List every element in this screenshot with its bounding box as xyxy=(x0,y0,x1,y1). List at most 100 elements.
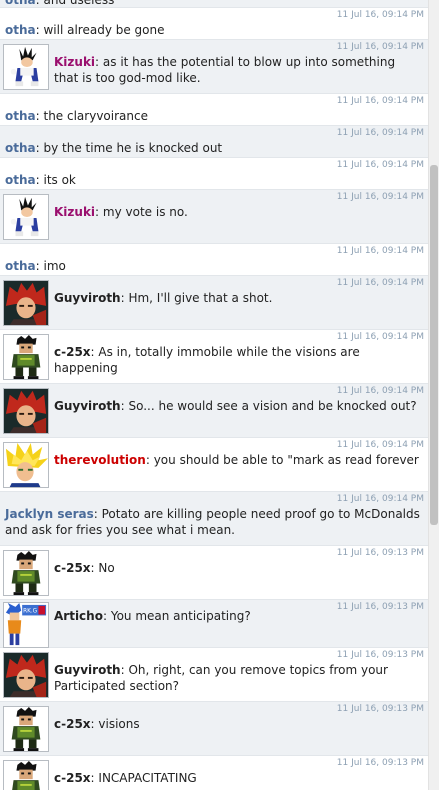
message-body: Jacklyn seras: Potato are killing people… xyxy=(5,506,420,538)
message-text: my vote is no. xyxy=(102,205,188,219)
name-separator: : xyxy=(95,205,103,219)
message-text: Hm, I'll give that a shot. xyxy=(128,291,273,305)
chat-message: 11 Jul 16, 09:14 PM otha: the claryvoiran… xyxy=(0,94,428,126)
message-timestamp: 11 Jul 16, 09:14 PM xyxy=(336,128,424,138)
scrollbar-thumb[interactable] xyxy=(430,165,438,525)
message-body: Kizuki: as it has the potential to blow … xyxy=(54,54,420,86)
chat-message: 11 Jul 16, 09:14 PM Guyviroth: Hm, I'll … xyxy=(0,276,428,330)
message-timestamp: 11 Jul 16, 09:14 PM xyxy=(336,96,424,106)
username-link[interactable]: otha xyxy=(5,259,36,273)
username-link[interactable]: otha xyxy=(5,109,36,123)
chat-message: 11 Jul 16, 09:13 PM c-25x: visions xyxy=(0,702,428,756)
chat-message: otha: and useless xyxy=(0,0,428,8)
message-text: imo xyxy=(43,259,66,273)
username-link[interactable]: Kizuki xyxy=(54,55,95,69)
name-separator: : xyxy=(95,55,103,69)
username-link[interactable]: c-25x xyxy=(54,345,91,359)
message-timestamp: 11 Jul 16, 09:14 PM xyxy=(336,332,424,342)
message-body: c-25x: visions xyxy=(54,716,420,732)
username-link[interactable]: otha xyxy=(5,141,36,155)
message-body: otha: its ok xyxy=(5,172,420,188)
name-separator: : xyxy=(145,453,154,467)
username-link[interactable]: otha xyxy=(5,173,36,187)
message-body: Kizuki: my vote is no. xyxy=(54,204,420,220)
message-timestamp: 11 Jul 16, 09:14 PM xyxy=(336,278,424,288)
chat-message: 11 Jul 16, 09:13 PM RK.G Articho: You me… xyxy=(0,600,428,648)
red-hair-avatar[interactable] xyxy=(3,280,49,326)
message-timestamp: 11 Jul 16, 09:13 PM xyxy=(336,650,424,660)
super-saiyan-avatar[interactable] xyxy=(3,442,49,488)
soldier-avatar[interactable] xyxy=(3,760,49,790)
message-timestamp: 11 Jul 16, 09:14 PM xyxy=(336,386,424,396)
username-link[interactable]: c-25x xyxy=(54,561,91,575)
chat-message: 11 Jul 16, 09:14 PM otha: will already be… xyxy=(0,8,428,40)
message-timestamp: 11 Jul 16, 09:14 PM xyxy=(336,192,424,202)
message-body: c-25x: INCAPACITATING xyxy=(54,770,420,786)
username-link[interactable]: Jacklyn seras xyxy=(5,507,94,521)
message-timestamp: 11 Jul 16, 09:14 PM xyxy=(336,440,424,450)
message-body: c-25x: As in, totally immobile while the… xyxy=(54,344,420,376)
chat-message: 11 Jul 16, 09:14 PM otha: by the time he … xyxy=(0,126,428,158)
message-body: otha: by the time he is knocked out xyxy=(5,140,420,156)
vegeta-avatar[interactable] xyxy=(3,44,49,90)
message-timestamp: 11 Jul 16, 09:13 PM xyxy=(336,704,424,714)
message-timestamp: 11 Jul 16, 09:13 PM xyxy=(336,758,424,768)
message-text: As in, totally immobile while the vision… xyxy=(54,345,360,375)
username-link[interactable]: otha xyxy=(5,23,36,37)
username-link[interactable]: Guyviroth xyxy=(54,663,121,677)
chat-message: 11 Jul 16, 09:13 PM c-25x: INCAPACITATIN… xyxy=(0,756,428,790)
chat-message: 11 Jul 16, 09:14 PM therevolution: you s… xyxy=(0,438,428,492)
message-text: You mean anticipating? xyxy=(110,609,251,623)
message-text: and useless xyxy=(43,0,115,7)
chat-message: 11 Jul 16, 09:13 PM Guyviroth: Oh, right… xyxy=(0,648,428,702)
chat-message: 11 Jul 16, 09:14 PM Jacklyn seras: Potato… xyxy=(0,492,428,546)
message-timestamp: 11 Jul 16, 09:14 PM xyxy=(336,494,424,504)
vegeta-avatar[interactable] xyxy=(3,194,49,240)
scrollbar[interactable] xyxy=(428,0,439,790)
chat-log[interactable]: otha: and useless 11 Jul 16, 09:14 PM otha… xyxy=(0,0,428,790)
message-timestamp: 11 Jul 16, 09:14 PM xyxy=(336,10,424,20)
username-link[interactable]: therevolution xyxy=(54,453,146,467)
message-text: will already be gone xyxy=(43,23,165,37)
message-body: c-25x: No xyxy=(54,560,420,576)
chat-message: 11 Jul 16, 09:14 PM c-25x: As in, totall… xyxy=(0,330,428,384)
message-timestamp: 11 Jul 16, 09:14 PM xyxy=(336,246,424,256)
message-body: Guyviroth: So... he would see a vision a… xyxy=(54,398,420,414)
message-text: the claryvoirance xyxy=(43,109,148,123)
message-text: No xyxy=(98,561,115,575)
username-link[interactable]: Kizuki xyxy=(54,205,95,219)
red-hair-avatar[interactable] xyxy=(3,388,49,434)
username-link[interactable]: c-25x xyxy=(54,717,91,731)
username-link[interactable]: otha xyxy=(5,0,36,7)
message-body: Guyviroth: Oh, right, can you remove top… xyxy=(54,662,404,694)
blue-hair-avatar[interactable]: RK.G xyxy=(3,602,49,648)
chat-message: 11 Jul 16, 09:14 PM Kizuki: as it has th… xyxy=(0,40,428,94)
chat-message: 11 Jul 16, 09:14 PM otha: its ok xyxy=(0,158,428,190)
message-body: Articho: You mean anticipating? xyxy=(54,608,420,624)
soldier-avatar[interactable] xyxy=(3,550,49,596)
message-timestamp: 11 Jul 16, 09:14 PM xyxy=(336,42,424,52)
username-link[interactable]: Articho xyxy=(54,609,103,623)
message-timestamp: 11 Jul 16, 09:13 PM xyxy=(336,548,424,558)
chat-message: 11 Jul 16, 09:14 PM Guyviroth: So... he … xyxy=(0,384,428,438)
username-link[interactable]: Guyviroth xyxy=(54,291,121,305)
message-body: otha: and useless xyxy=(5,0,420,8)
message-body: otha: the claryvoirance xyxy=(5,108,420,124)
message-text: INCAPACITATING xyxy=(98,771,197,785)
chat-message: 11 Jul 16, 09:13 PM c-25x: No xyxy=(0,546,428,600)
message-body: Guyviroth: Hm, I'll give that a shot. xyxy=(54,290,420,306)
username-link[interactable]: c-25x xyxy=(54,771,91,785)
name-separator: : xyxy=(102,609,111,623)
message-body: otha: imo xyxy=(5,258,420,274)
message-text: visions xyxy=(98,717,140,731)
message-text: you should be able to "mark as read fore… xyxy=(153,453,419,467)
username-link[interactable]: Guyviroth xyxy=(54,399,121,413)
message-body: therevolution: you should be able to "ma… xyxy=(54,452,420,468)
svg-text:RK.G: RK.G xyxy=(23,609,37,615)
soldier-avatar[interactable] xyxy=(3,334,49,380)
message-body: otha: will already be gone xyxy=(5,22,420,38)
red-hair-avatar[interactable] xyxy=(3,652,49,698)
soldier-avatar[interactable] xyxy=(3,706,49,752)
name-separator: : xyxy=(93,507,102,521)
message-text: by the time he is knocked out xyxy=(43,141,223,155)
